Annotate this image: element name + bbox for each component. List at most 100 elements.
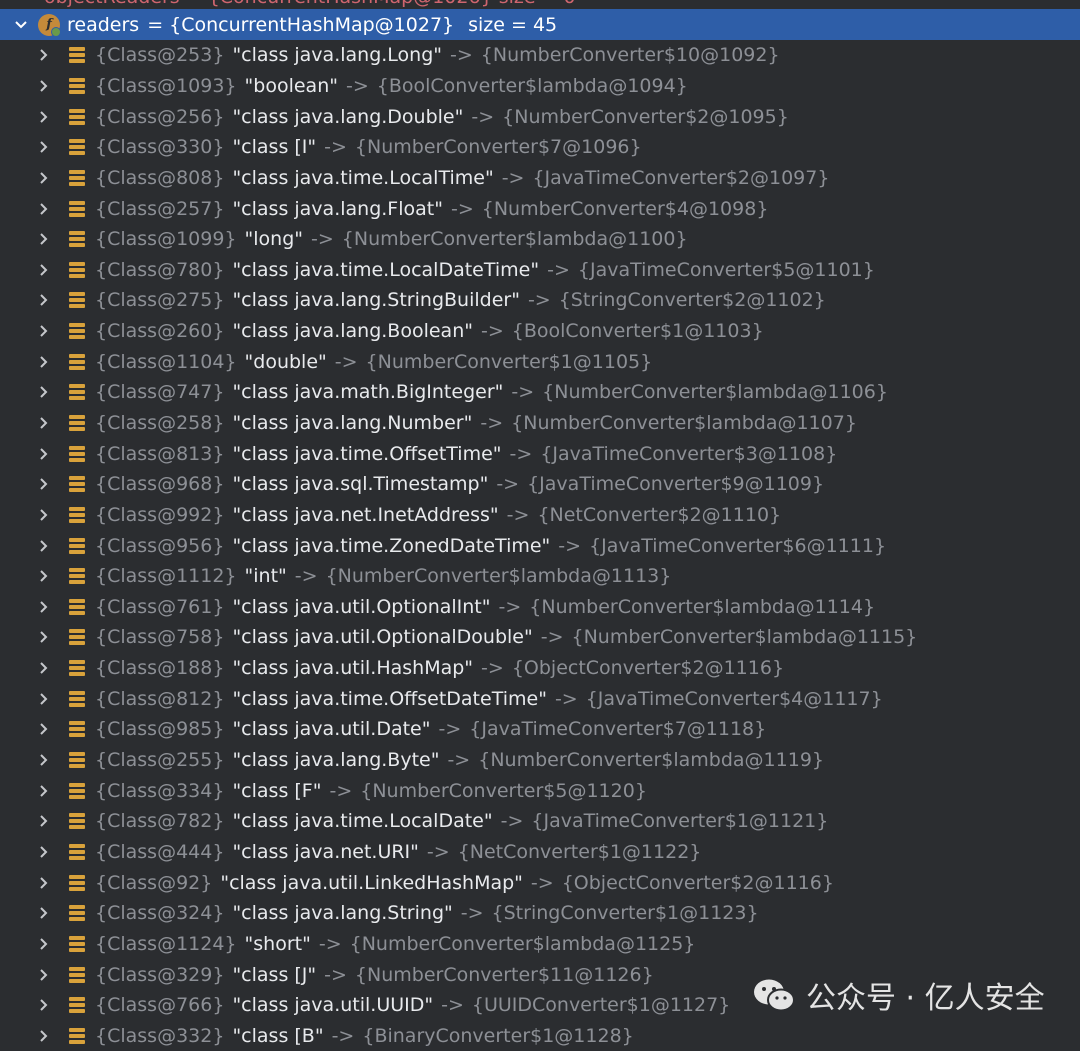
entry-class-ref: {Class@444}: [95, 841, 224, 863]
chevron-right-icon[interactable]: [39, 600, 53, 614]
map-entry-row[interactable]: {Class@813}"class java.time.OffsetTime"-…: [0, 438, 1080, 469]
map-entry-row[interactable]: {Class@1112}"int"->{NumberConverter$lamb…: [0, 561, 1080, 592]
chevron-right-icon[interactable]: [39, 140, 53, 154]
map-entry-row[interactable]: {Class@1104}"double"->{NumberConverter$1…: [0, 346, 1080, 377]
map-entry-row[interactable]: {Class@1124}"short"->{NumberConverter$la…: [0, 929, 1080, 960]
chevron-right-icon[interactable]: [39, 79, 53, 93]
entry-key: "class java.lang.Double": [232, 106, 463, 128]
map-entry-row[interactable]: {Class@324}"class java.lang.String"->{St…: [0, 898, 1080, 929]
map-entry-row[interactable]: {Class@992}"class java.net.InetAddress"-…: [0, 500, 1080, 531]
map-entry-row[interactable]: {Class@758}"class java.util.OptionalDoub…: [0, 622, 1080, 653]
chevron-right-icon[interactable]: [39, 447, 53, 461]
chevron-right-icon[interactable]: [39, 1029, 53, 1043]
map-entry-row[interactable]: {Class@808}"class java.time.LocalTime"->…: [0, 163, 1080, 194]
chevron-right-icon[interactable]: [39, 906, 53, 920]
map-entry-row[interactable]: {Class@253}"class java.lang.Long"->{Numb…: [0, 40, 1080, 71]
chevron-right-icon[interactable]: [39, 385, 53, 399]
map-entry-row[interactable]: {Class@985}"class java.util.Date"->{Java…: [0, 714, 1080, 745]
entry-value: {NumberConverter$2@1095}: [502, 106, 789, 128]
entry-class-ref: {Class@766}: [95, 994, 224, 1016]
selected-variable-row[interactable]: f readers = {ConcurrentHashMap@1027} siz…: [0, 9, 1080, 40]
map-entry-icon: [69, 568, 85, 584]
map-entry-row[interactable]: {Class@782}"class java.time.LocalDate"->…: [0, 806, 1080, 837]
wechat-icon: [752, 976, 796, 1014]
chevron-right-icon[interactable]: [39, 814, 53, 828]
chevron-right-icon[interactable]: [39, 753, 53, 767]
entry-value: {NetConverter$2@1110}: [537, 504, 781, 526]
map-entry-row[interactable]: {Class@332}"class [B"->{BinaryConverter$…: [0, 1021, 1080, 1051]
entry-key: "int": [245, 565, 287, 587]
chevron-right-icon[interactable]: [39, 355, 53, 369]
map-entry-row[interactable]: {Class@258}"class java.lang.Number"->{Nu…: [0, 408, 1080, 439]
map-entry-row[interactable]: {Class@968}"class java.sql.Timestamp"->{…: [0, 469, 1080, 500]
partial-previous-row: objectReaders = {ConcurrentHashMap@1026}…: [0, 0, 1080, 9]
chevron-right-icon[interactable]: [39, 692, 53, 706]
chevron-right-icon[interactable]: [39, 569, 53, 583]
chevron-down-icon[interactable]: [4, 20, 38, 30]
map-entry-row[interactable]: {Class@1099}"long"->{NumberConverter$lam…: [0, 224, 1080, 255]
map-entry-row[interactable]: {Class@92}"class java.util.LinkedHashMap…: [0, 867, 1080, 898]
map-entry-row[interactable]: {Class@330}"class [I"->{NumberConverter$…: [0, 132, 1080, 163]
map-entry-row[interactable]: {Class@747}"class java.math.BigInteger"-…: [0, 377, 1080, 408]
map-entry-row[interactable]: {Class@188}"class java.util.HashMap"->{O…: [0, 653, 1080, 684]
entry-arrow: ->: [501, 810, 524, 832]
entry-value: {BoolConverter$1@1103}: [512, 320, 764, 342]
entry-class-ref: {Class@1093}: [95, 75, 237, 97]
map-entry-icon: [69, 323, 85, 339]
map-entry-row[interactable]: {Class@275}"class java.lang.StringBuilde…: [0, 285, 1080, 316]
map-entry-row[interactable]: {Class@255}"class java.lang.Byte"->{Numb…: [0, 745, 1080, 776]
chevron-right-icon[interactable]: [39, 477, 53, 491]
map-entry-row[interactable]: {Class@257}"class java.lang.Float"->{Num…: [0, 193, 1080, 224]
map-entry-row[interactable]: {Class@812}"class java.time.OffsetDateTi…: [0, 683, 1080, 714]
chevron-right-icon[interactable]: [39, 293, 53, 307]
entry-arrow: ->: [451, 198, 474, 220]
map-entry-row[interactable]: {Class@761}"class java.util.OptionalInt"…: [0, 592, 1080, 623]
chevron-right-icon[interactable]: [39, 232, 53, 246]
entry-key: "class [B": [232, 1025, 323, 1047]
chevron-right-icon[interactable]: [39, 784, 53, 798]
chevron-right-icon[interactable]: [39, 630, 53, 644]
map-entry-row[interactable]: {Class@334}"class [F"->{NumberConverter$…: [0, 775, 1080, 806]
map-entry-row[interactable]: {Class@956}"class java.time.ZonedDateTim…: [0, 530, 1080, 561]
chevron-right-icon[interactable]: [39, 48, 53, 62]
chevron-right-icon[interactable]: [39, 876, 53, 890]
chevron-right-icon[interactable]: [39, 937, 53, 951]
entry-key: "boolean": [245, 75, 338, 97]
chevron-right-icon[interactable]: [39, 661, 53, 675]
entry-arrow: ->: [481, 320, 504, 342]
entry-key: "class java.time.LocalDate": [232, 810, 492, 832]
chevron-right-icon[interactable]: [39, 171, 53, 185]
map-entry-row[interactable]: {Class@260}"class java.lang.Boolean"->{B…: [0, 316, 1080, 347]
entry-class-ref: {Class@813}: [95, 443, 224, 465]
chevron-right-icon[interactable]: [39, 324, 53, 338]
chevron-right-icon[interactable]: [39, 998, 53, 1012]
chevron-right-icon[interactable]: [39, 416, 53, 430]
entry-class-ref: {Class@332}: [95, 1025, 224, 1047]
entry-class-ref: {Class@747}: [95, 381, 224, 403]
map-entry-row[interactable]: {Class@444}"class java.net.URI"->{NetCon…: [0, 837, 1080, 868]
entry-key: "class java.time.LocalTime": [232, 167, 493, 189]
entry-arrow: ->: [511, 381, 534, 403]
entry-arrow: ->: [471, 106, 494, 128]
entry-class-ref: {Class@188}: [95, 657, 224, 679]
chevron-right-icon[interactable]: [39, 539, 53, 553]
entry-arrow: ->: [427, 841, 450, 863]
chevron-right-icon[interactable]: [39, 845, 53, 859]
chevron-right-icon[interactable]: [39, 968, 53, 982]
entry-class-ref: {Class@330}: [95, 136, 224, 158]
chevron-right-icon[interactable]: [39, 508, 53, 522]
chevron-right-icon[interactable]: [39, 110, 53, 124]
map-entry-row[interactable]: {Class@1093}"boolean"->{BoolConverter$la…: [0, 71, 1080, 102]
chevron-right-icon[interactable]: [39, 263, 53, 277]
entry-arrow: ->: [510, 443, 533, 465]
map-entry-row[interactable]: {Class@256}"class java.lang.Double"->{Nu…: [0, 101, 1080, 132]
entry-arrow: ->: [324, 964, 347, 986]
map-entry-icon: [69, 415, 85, 431]
chevron-right-icon[interactable]: [39, 722, 53, 736]
map-entry-icon: [69, 691, 85, 707]
map-entry-icon: [69, 813, 85, 829]
map-entry-icon: [69, 139, 85, 155]
chevron-right-icon[interactable]: [39, 202, 53, 216]
map-entry-row[interactable]: {Class@780}"class java.time.LocalDateTim…: [0, 254, 1080, 285]
entry-value: {NumberConverter$lambda@1115}: [572, 626, 918, 648]
